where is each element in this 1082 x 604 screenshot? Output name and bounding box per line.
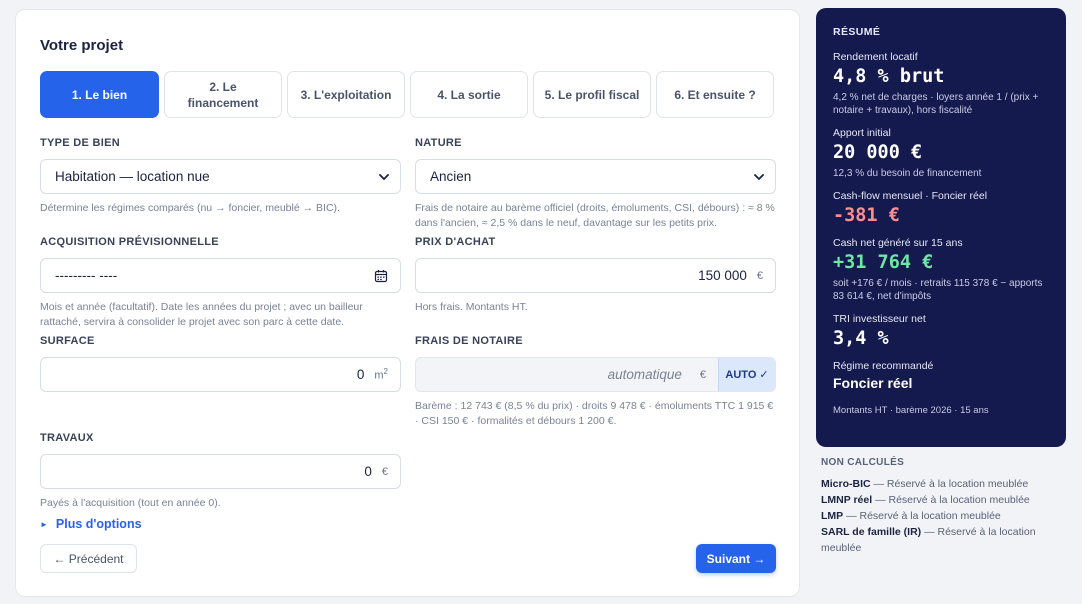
frais-notaire-placeholder: automatique [607,367,682,382]
regime-label: Régime recommandé [833,360,934,372]
travaux-field: TRAVAUX 0 € Payés à l'acquisition (tout … [40,432,401,511]
type-bien-value: Habitation — location nue [55,169,210,184]
tab-la-sortie[interactable]: 4. La sortie [410,71,528,118]
caret-right-icon: ► [40,519,48,529]
tri-label: TRI investisseur net [833,313,926,325]
surface-field: SURFACE 0 m2 [40,335,401,392]
nature-hint: Frais de notaire au barème officiel (dro… [415,202,775,229]
surface-input[interactable]: 0 m2 [40,357,401,392]
project-card: Votre projet 1. Le bien 2. Le financemen… [15,9,800,597]
auto-toggle-button[interactable]: AUTO ✓ [718,358,775,391]
tab-le-financement[interactable]: 2. Le financement [164,71,282,118]
tab-le-bien[interactable]: 1. Le bien [40,71,159,118]
nature-label: NATURE [415,137,462,149]
nature-field: NATURE Ancien Frais de notaire au barème… [415,137,776,231]
apport-block: Apport initial 20 000 € 12,3 % du besoin… [833,127,1049,180]
cash-net-block: Cash net généré sur 15 ans +31 764 € soi… [833,237,1049,303]
list-item: SARL de famille (IR) — Réservé à la loca… [821,526,1036,554]
tri-value: 3,4 % [833,328,889,349]
tab-profil-fiscal[interactable]: 5. Le profil fiscal [533,71,651,118]
more-options-toggle[interactable]: ► Plus d'options [40,517,142,531]
type-bien-label: TYPE DE BIEN [40,137,121,149]
cashflow-block: Cash-flow mensuel · Foncier réel -381 € [833,190,1049,227]
page-title: Votre projet [40,37,124,54]
surface-label: SURFACE [40,335,95,347]
travaux-input[interactable]: 0 € [40,454,401,489]
acquisition-input[interactable]: --------- ---- [40,258,401,293]
travaux-value: 0 [364,464,372,479]
travaux-label: TRAVAUX [40,432,94,444]
cashflow-value: -381 € [833,205,900,226]
list-item: Micro-BIC — Réservé à la location meublé… [821,478,1029,490]
tab-et-ensuite[interactable]: 6. Et ensuite ? [656,71,774,118]
tri-block: TRI investisseur net 3,4 % [833,313,1049,350]
apport-label: Apport initial [833,127,891,139]
regime-block: Régime recommandé Foncier réel [833,360,1049,391]
apport-value: 20 000 € [833,142,923,163]
type-bien-select[interactable]: Habitation — location nue [40,159,401,194]
euro-unit: € [756,269,763,282]
surface-value: 0 [356,367,365,382]
cash-net-value: +31 764 € [833,252,934,273]
cashflow-label: Cash-flow mensuel · Foncier réel [833,190,988,202]
euro-unit: € [699,368,706,381]
frais-notaire-label: FRAIS DE NOTAIRE [415,335,523,347]
travaux-hint: Payés à l'acquisition (tout en année 0). [40,497,221,509]
step-tabs: 1. Le bien 2. Le financement 3. L'exploi… [40,71,774,118]
type-bien-field: TYPE DE BIEN Habitation — location nue D… [40,137,401,216]
acquisition-field: ACQUISITION PRÉVISIONNELLE --------- ---… [40,236,401,330]
chevron-down-icon [754,173,764,180]
type-bien-hint: Détermine les régimes comparés (nu → fon… [40,202,340,214]
cash-net-sub: soit +176 € / mois · retraits 115 378 € … [833,278,1043,302]
prix-label: PRIX D'ACHAT [415,236,496,248]
frais-notaire-field: FRAIS DE NOTAIRE automatique € AUTO ✓ Bar… [415,335,776,429]
prix-hint: Hors frais. Montants HT. [415,301,528,313]
rendement-label: Rendement locatif [833,51,918,63]
summary-panel: RÉSUMÉ Rendement locatif 4,8 % brut 4,2 … [816,8,1066,447]
rendement-block: Rendement locatif 4,8 % brut 4,2 % net d… [833,51,1049,117]
prix-input[interactable]: 150 000 € [415,258,776,293]
frais-notaire-hint: Barème : 12 743 € (8,5 % du prix) · droi… [415,400,774,427]
tab-exploitation[interactable]: 3. L'exploitation [287,71,405,118]
nature-select[interactable]: Ancien [415,159,776,194]
regime-value: Foncier réel [833,375,913,391]
next-button[interactable]: Suivant → [696,544,776,573]
non-calcules-title: NON CALCULÉS [821,457,905,468]
surface-unit: m2 [374,367,388,382]
acquisition-value: --------- ---- [55,268,118,283]
non-calcules-section: NON CALCULÉS Micro-BIC — Réservé à la lo… [821,457,1061,556]
summary-footer: Montants HT · barème 2026 · 15 ans [833,405,989,416]
acquisition-label: ACQUISITION PRÉVISIONNELLE [40,236,219,248]
rendement-value: 4,8 % brut [833,66,945,87]
acquisition-hint: Mois et année (facultatif). Date les ann… [40,301,363,328]
prix-field: PRIX D'ACHAT 150 000 € Hors frais. Monta… [415,236,776,315]
check-icon: ✓ [759,369,769,381]
list-item: LMP — Réservé à la location meublée [821,510,1001,522]
summary-title: RÉSUMÉ [833,26,881,38]
prix-value: 150 000 [698,268,747,283]
cash-net-label: Cash net généré sur 15 ans [833,237,963,249]
apport-sub: 12,3 % du besoin de financement [833,168,982,179]
nature-value: Ancien [430,169,472,184]
previous-button[interactable]: ← Précédent [40,544,137,573]
more-options-label: Plus d'options [55,517,142,531]
frais-notaire-input[interactable]: automatique € AUTO ✓ [415,357,776,392]
rendement-sub: 4,2 % net de charges · loyers année 1 / … [833,92,1039,116]
calendar-icon[interactable] [374,269,388,283]
chevron-down-icon [379,173,389,180]
euro-unit: € [381,465,388,478]
list-item: LMNP réel — Réservé à la location meublé… [821,494,1030,506]
